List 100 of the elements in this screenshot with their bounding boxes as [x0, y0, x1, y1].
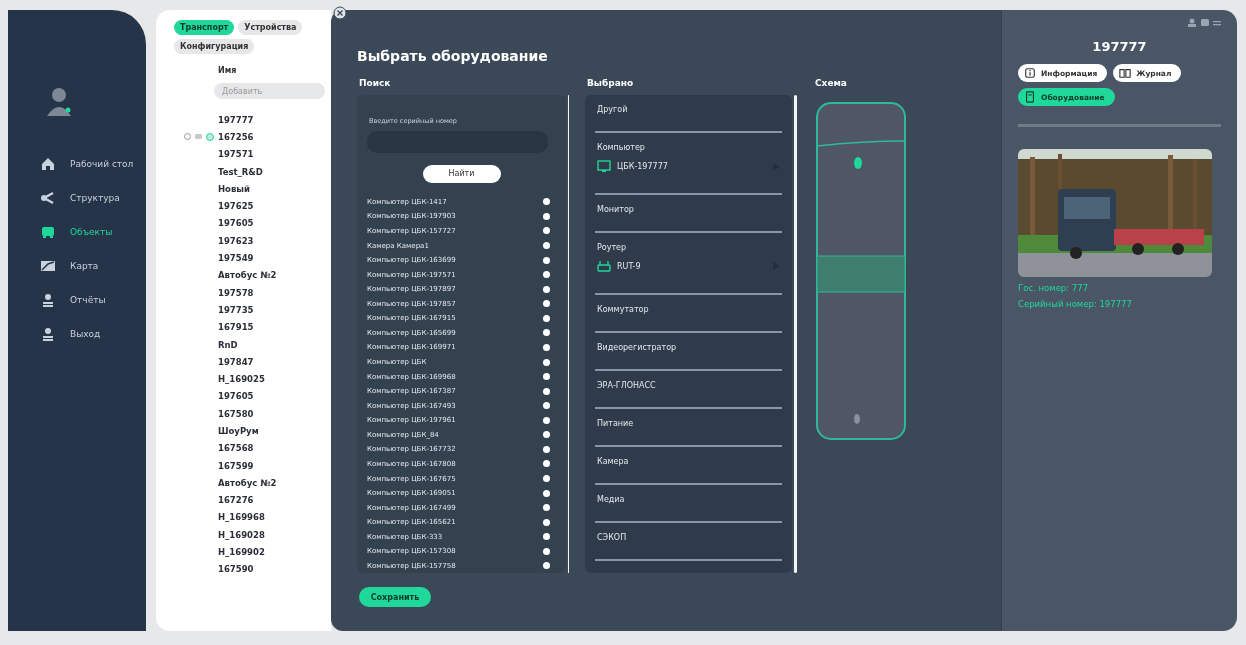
info-text: Серийный номер: 197777: [1018, 299, 1133, 309]
radio-dot[interactable]: [543, 445, 550, 453]
table-cell: Автобус №2: [218, 270, 277, 281]
vehicle-title: 197777: [1091, 39, 1148, 54]
table-cell: 167915: [218, 322, 254, 333]
column-heading: Схема: [815, 78, 848, 88]
radio-dot[interactable]: [543, 227, 550, 235]
device-icon: [1024, 91, 1036, 103]
category-label: Роутер: [597, 243, 628, 252]
info-icon: [1024, 67, 1036, 79]
radio-dot[interactable]: [543, 562, 550, 570]
radio-dot[interactable]: [543, 402, 550, 410]
avatar-icon: [46, 86, 72, 116]
radio-dot[interactable]: [543, 504, 550, 512]
table-cell: 167599: [218, 460, 254, 471]
table-cell: Новый: [218, 183, 250, 194]
table-cell: 167568: [218, 443, 254, 454]
tab[interactable]: Устройства: [238, 20, 303, 35]
radio-dot[interactable]: [543, 314, 550, 322]
table-cell: 197777: [218, 114, 254, 125]
table-cell: 197578: [218, 287, 254, 298]
radio-dot[interactable]: [543, 256, 550, 264]
table-cell: 167276: [218, 495, 254, 506]
category-label: ЭРА-ГЛОНАСС: [597, 381, 657, 390]
category-label: Камера: [597, 457, 630, 466]
radio-dot[interactable]: [543, 343, 550, 351]
sidebar-item[interactable]: Выход: [40, 326, 146, 342]
table-cell: 197735: [218, 304, 254, 315]
user-icon[interactable]: [1187, 18, 1197, 27]
device-label[interactable]: RUT-9: [617, 261, 767, 271]
radio-dot[interactable]: [543, 387, 550, 395]
column-heading: Выбрано: [587, 78, 635, 88]
radio-dot[interactable]: [543, 533, 550, 541]
table-cell: 167590: [218, 564, 254, 575]
save-button[interactable]: Сохранить: [359, 587, 431, 607]
table-cell: 167256: [218, 131, 254, 142]
radio-dot[interactable]: [543, 475, 550, 482]
sidebar-item[interactable]: Структура: [40, 190, 146, 206]
table-cell: 197605: [218, 391, 254, 402]
table-cell: Автобус №2: [218, 477, 277, 488]
radio-dot[interactable]: [543, 431, 550, 439]
table-cell: 197571: [218, 149, 254, 160]
person-icon: [40, 326, 56, 342]
map-icon: [40, 258, 56, 274]
sidebar-item[interactable]: Объекты: [40, 224, 146, 240]
radio-dot[interactable]: [543, 460, 550, 468]
column-header: Имя: [218, 66, 238, 75]
radio-dot[interactable]: [543, 329, 550, 337]
table-cell: 167580: [218, 408, 254, 419]
find-button[interactable]: Найти: [422, 164, 501, 183]
sidebar-item[interactable]: Карта: [40, 258, 146, 274]
sidebar-item[interactable]: Отчёты: [40, 292, 146, 308]
table-cell: 197625: [218, 201, 254, 212]
scrollbar[interactable]: [794, 95, 797, 573]
category-label: Другой: [597, 105, 629, 114]
radio-dot[interactable]: [543, 300, 550, 308]
monitor-icon: [597, 160, 611, 173]
table-cell: RnD: [218, 339, 238, 350]
radio-dot[interactable]: [543, 198, 550, 206]
table-cell: ШоуРум: [218, 426, 259, 436]
category-label: Монитор: [597, 205, 635, 214]
category-label: Видеорегистратор: [597, 343, 678, 352]
radio-dot[interactable]: [543, 285, 550, 293]
category-label: Коммутатор: [597, 305, 650, 314]
menu-icon[interactable]: [1213, 18, 1221, 27]
category-label: Компьютер: [597, 143, 646, 152]
category-label: Медиа: [597, 495, 626, 504]
close-icon[interactable]: [333, 6, 347, 20]
table-cell: 197623: [218, 235, 254, 246]
category-label: Питание: [597, 419, 635, 428]
radio-dot[interactable]: [543, 416, 550, 424]
table-cell: H_169902: [218, 547, 265, 558]
table-cell: 197605: [218, 218, 254, 229]
table-cell: H_169025: [218, 374, 265, 385]
table-cell: Test_R&D: [218, 166, 263, 177]
tab[interactable]: Транспорт: [174, 20, 235, 35]
radio-dot[interactable]: [543, 518, 550, 526]
info-text: Гос. номер: 777: [1018, 283, 1090, 293]
home-icon: [40, 156, 56, 172]
add-field[interactable]: Добавить: [214, 83, 325, 99]
category-label: СЭКОП: [597, 533, 628, 542]
person-icon: [40, 292, 56, 308]
radio-dot[interactable]: [543, 271, 550, 279]
radio-dot[interactable]: [543, 242, 550, 249]
column-heading: Поиск: [359, 78, 392, 88]
radio-dot[interactable]: [543, 547, 550, 555]
radio-dot[interactable]: [543, 489, 550, 497]
structure-icon: [40, 190, 56, 206]
tab[interactable]: Конфигурация: [174, 39, 255, 54]
radio-dot[interactable]: [543, 373, 550, 381]
table-cell: 197549: [218, 253, 254, 263]
router-icon: [597, 260, 611, 272]
dialog-title: Выбрать оборудование: [357, 48, 549, 64]
table-cell: 197847: [218, 356, 254, 367]
scrollbar[interactable]: [568, 95, 569, 573]
device-label[interactable]: ЦБК-197777: [617, 162, 767, 171]
radio-dot[interactable]: [543, 358, 550, 366]
sidebar-item[interactable]: Рабочий стол: [40, 156, 146, 172]
radio-dot[interactable]: [543, 212, 550, 220]
table-cell: H_169968: [218, 512, 265, 523]
